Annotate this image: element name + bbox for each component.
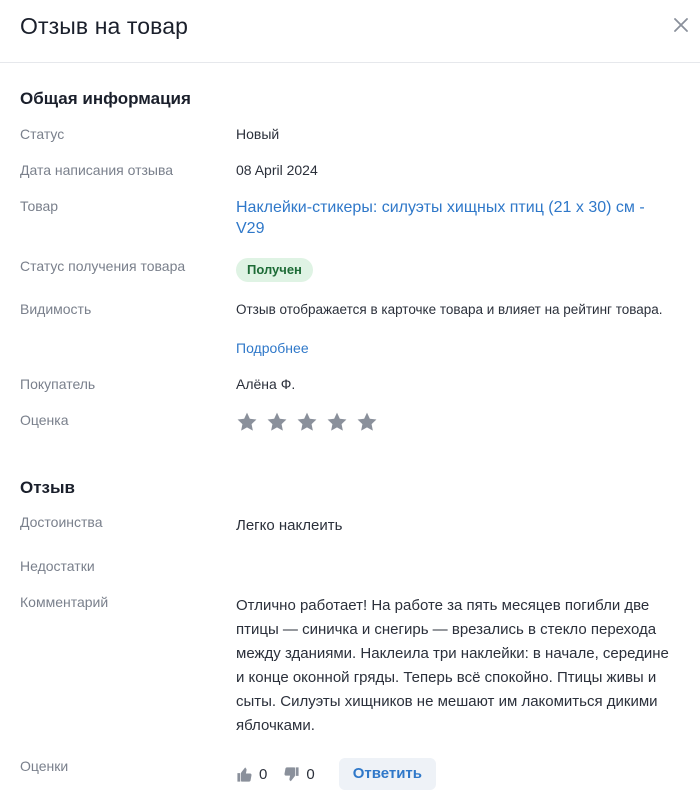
date-label: Дата написания отзыва (20, 162, 174, 178)
modal-header: Отзыв на товар (0, 0, 700, 63)
star-icon (237, 412, 257, 431)
product-label: Товар (20, 198, 59, 214)
status-label: Статус (20, 126, 65, 142)
vote-controls: 0 0 Ответить (236, 758, 437, 790)
visibility-label: Видимость (20, 301, 92, 317)
star-icon (327, 412, 347, 431)
comment-label: Комментарий (20, 594, 109, 610)
star-icon (267, 412, 287, 431)
like-button[interactable]: 0 (236, 766, 267, 783)
reply-button[interactable]: Ответить (338, 758, 437, 790)
rating-label: Оценка (20, 412, 69, 428)
star-icon (297, 412, 317, 431)
dislike-button[interactable]: 0 (283, 765, 315, 783)
status-value: Новый (236, 126, 280, 142)
rating-stars (236, 411, 378, 433)
buyer-value: Алёна Ф. (236, 376, 296, 392)
dislikes-count: 0 (306, 765, 315, 783)
thumbs-down-icon (284, 766, 299, 781)
votes-label: Оценки (20, 758, 69, 774)
cons-label: Недостатки (20, 558, 95, 574)
visibility-more-link[interactable]: Подробнее (236, 340, 309, 356)
star-icon (357, 412, 377, 431)
review-modal: Отзыв на товар Общая информация Статус Н… (0, 0, 700, 806)
receipt-status-badge: Получен (236, 258, 313, 282)
pros-label: Достоинства (20, 514, 103, 530)
product-link[interactable]: Наклейки-стикеры: силуэты хищных птиц (2… (236, 197, 676, 239)
comment-value: Отлично работает! На работе за пять меся… (236, 597, 669, 734)
close-icon (674, 18, 688, 32)
modal-title: Отзыв на товар (20, 13, 189, 39)
buyer-label: Покупатель (20, 376, 96, 392)
likes-count: 0 (259, 765, 268, 783)
thumbs-up-icon (237, 766, 252, 782)
receipt-status-label: Статус получения товара (20, 258, 186, 274)
close-button[interactable] (670, 14, 692, 36)
visibility-value: Отзыв отображается в карточке товара и в… (236, 302, 663, 317)
date-value: 08 April 2024 (236, 162, 318, 178)
review-section-title: Отзыв (20, 478, 75, 497)
general-section-title: Общая информация (20, 89, 191, 108)
pros-value: Легко наклеить (236, 517, 343, 534)
